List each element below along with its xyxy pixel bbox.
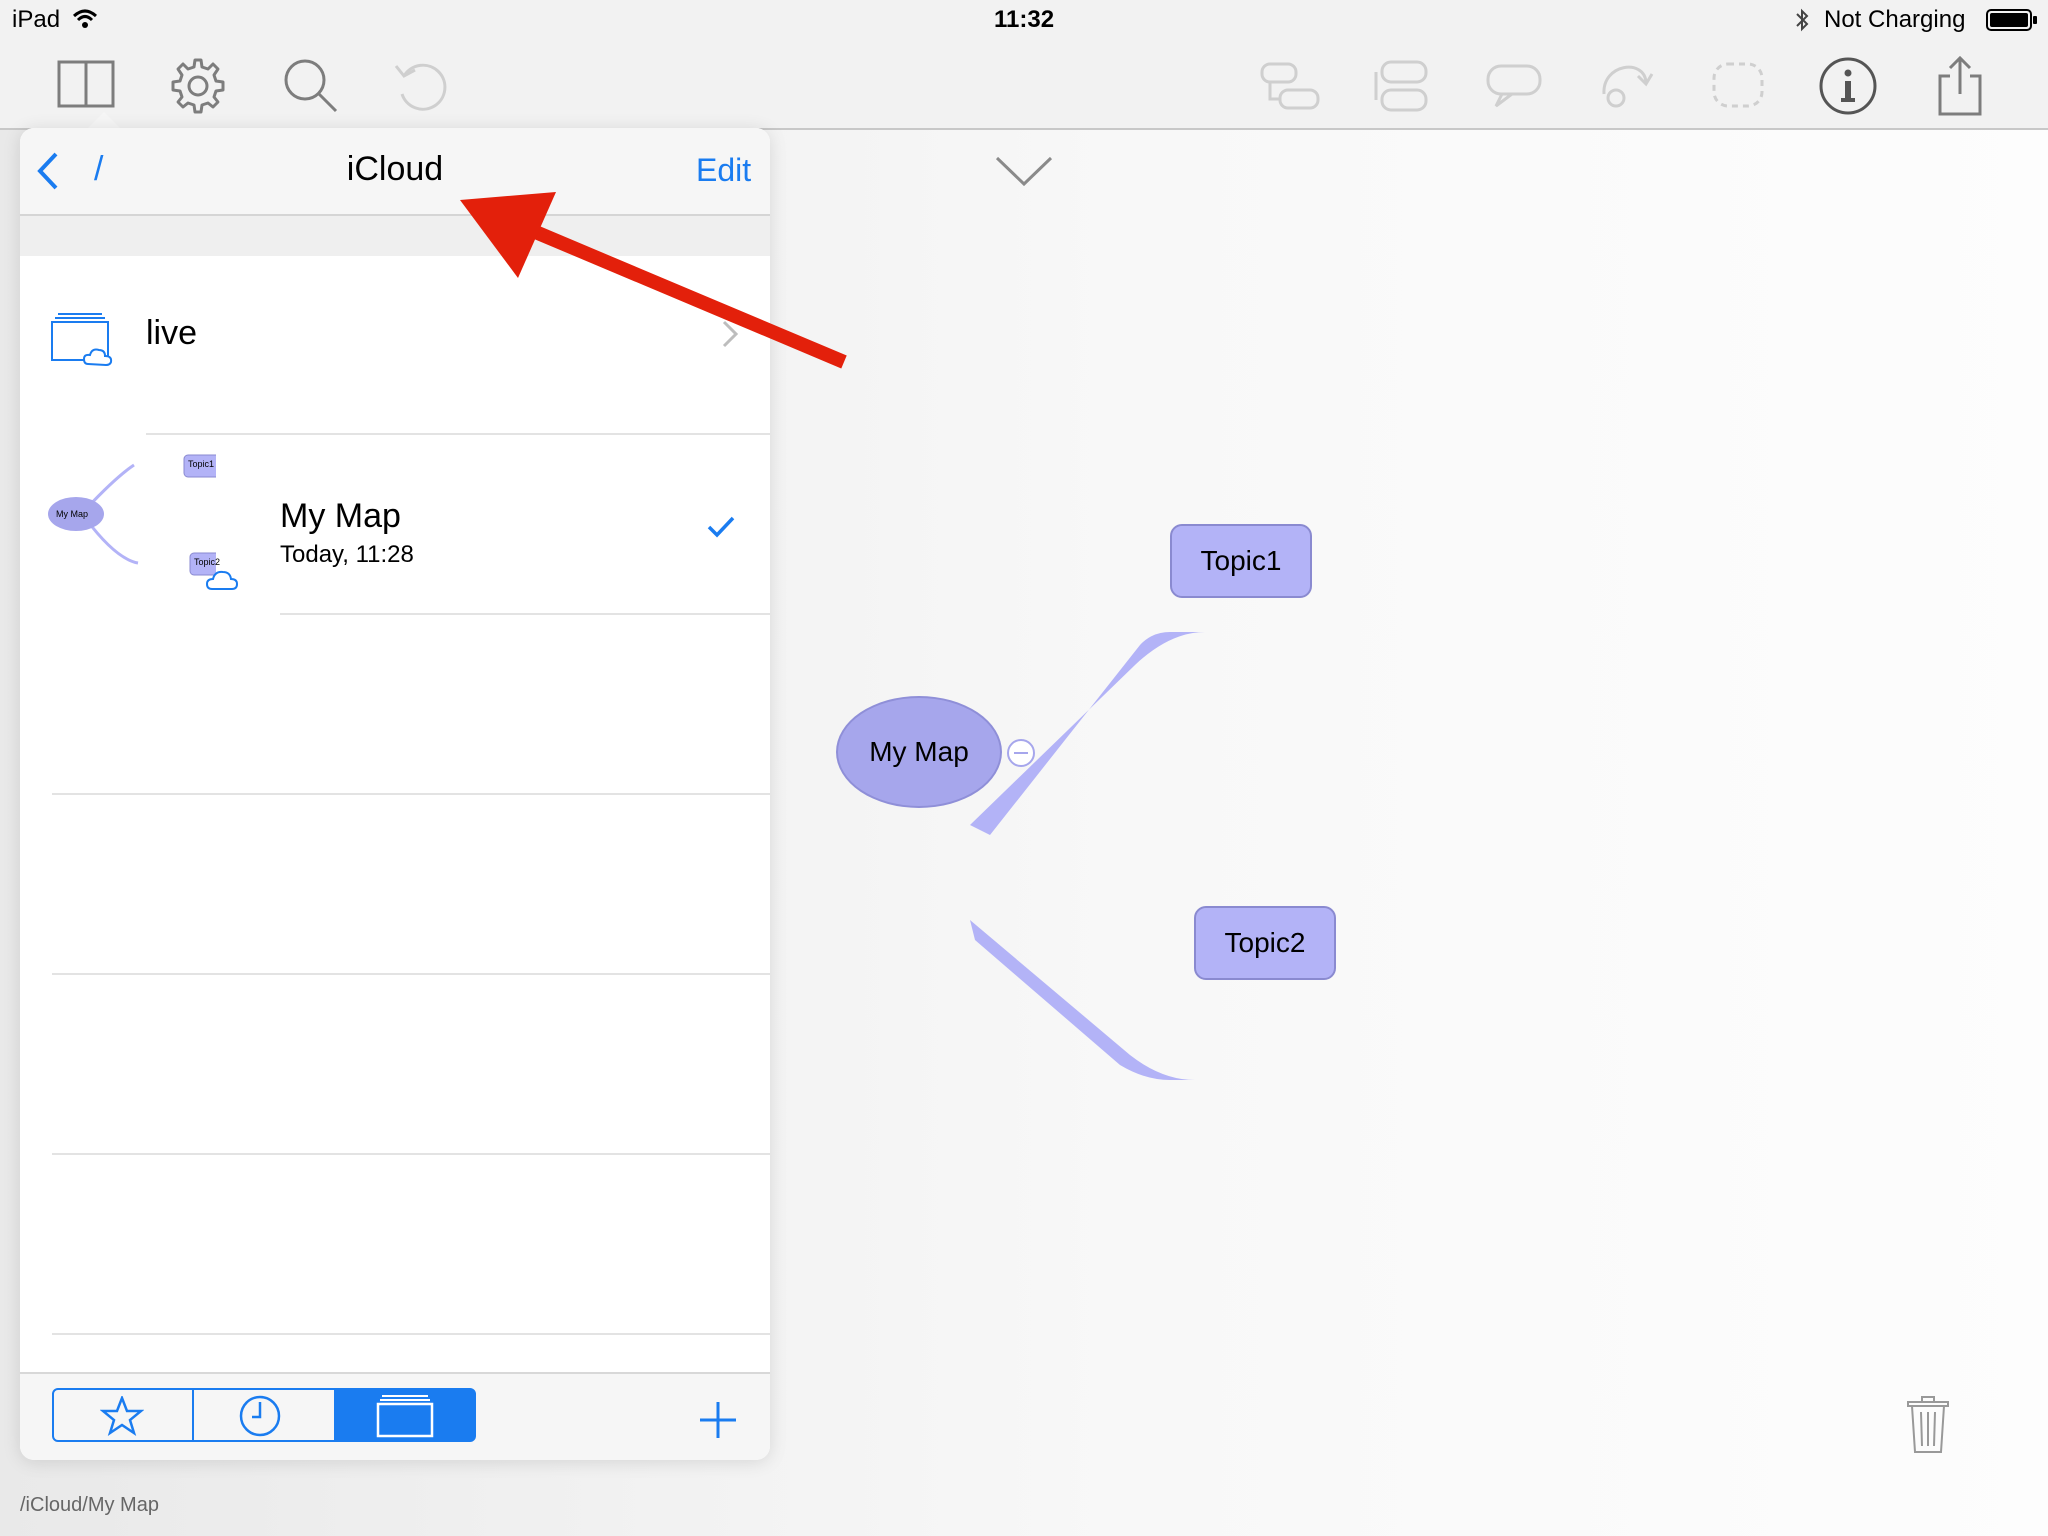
topic-node-2-label: Topic2 (1224, 927, 1306, 958)
topic-node-2[interactable]: Topic2 (1194, 906, 1336, 980)
row-separator (52, 973, 770, 975)
favorites-star-icon (100, 1396, 144, 1436)
bluetooth-icon (1796, 8, 1809, 32)
gear-icon[interactable] (166, 54, 230, 118)
add-child-topic-icon[interactable] (1258, 54, 1322, 118)
wifi-icon (72, 9, 98, 28)
icloud-folder-icon (51, 313, 113, 367)
thumbnail-topic2-label: Topic2 (194, 557, 221, 567)
row-separator (52, 1333, 770, 1335)
topic-node-1-label: Topic1 (1200, 545, 1282, 576)
root-node-label: My Map (869, 736, 969, 767)
file-modified-date: Today, 11:28 (280, 541, 414, 568)
callout-icon[interactable] (1482, 54, 1546, 118)
recent-tab[interactable] (192, 1388, 336, 1442)
root-node[interactable]: My Map (836, 696, 1002, 808)
thumbnail-root-label: My Map (56, 509, 89, 519)
row-separator (280, 613, 770, 615)
document-path-label: /iCloud/My Map (20, 1494, 159, 1516)
folders-tab[interactable] (334, 1388, 476, 1442)
plus-icon[interactable] (698, 1400, 738, 1440)
toolbar (0, 40, 2048, 130)
info-icon[interactable] (1816, 54, 1880, 118)
icloud-icon (206, 570, 238, 590)
checkmark-icon (707, 516, 735, 538)
boundary-icon[interactable] (1706, 54, 1770, 118)
recent-clock-icon (239, 1395, 281, 1437)
status-bar: iPad 11:32 Not Charging (0, 0, 2048, 40)
chevron-down-icon[interactable] (994, 154, 1054, 190)
trash-icon[interactable] (1904, 1396, 1952, 1456)
device-name: iPad (12, 6, 61, 33)
row-separator (52, 1153, 770, 1155)
file-row-my-map[interactable]: My Map Topic1 Topic2 My Map Today, 11:28 (20, 435, 770, 613)
clock: 11:32 (994, 6, 1055, 33)
topic-node-1[interactable]: Topic1 (1170, 524, 1312, 598)
library-icon[interactable] (54, 54, 118, 118)
row-separator (52, 793, 770, 795)
popover-footer (20, 1372, 770, 1460)
add-sibling-topic-icon[interactable] (1370, 54, 1434, 118)
undo-icon[interactable] (390, 54, 454, 118)
relationship-icon[interactable] (1594, 54, 1658, 118)
battery-icon (1986, 9, 2037, 31)
collapse-icon[interactable] (1005, 737, 1037, 769)
search-icon[interactable] (278, 54, 342, 118)
share-icon[interactable] (1928, 54, 1992, 118)
annotation-arrow (460, 192, 847, 369)
favorites-tab[interactable] (52, 1388, 194, 1442)
folder-name: live (146, 314, 198, 352)
folders-icon (376, 1395, 434, 1438)
file-name: My Map (280, 497, 401, 535)
thumbnail-topic1-label: Topic1 (188, 459, 215, 469)
battery-status: Not Charging (1824, 6, 1966, 33)
